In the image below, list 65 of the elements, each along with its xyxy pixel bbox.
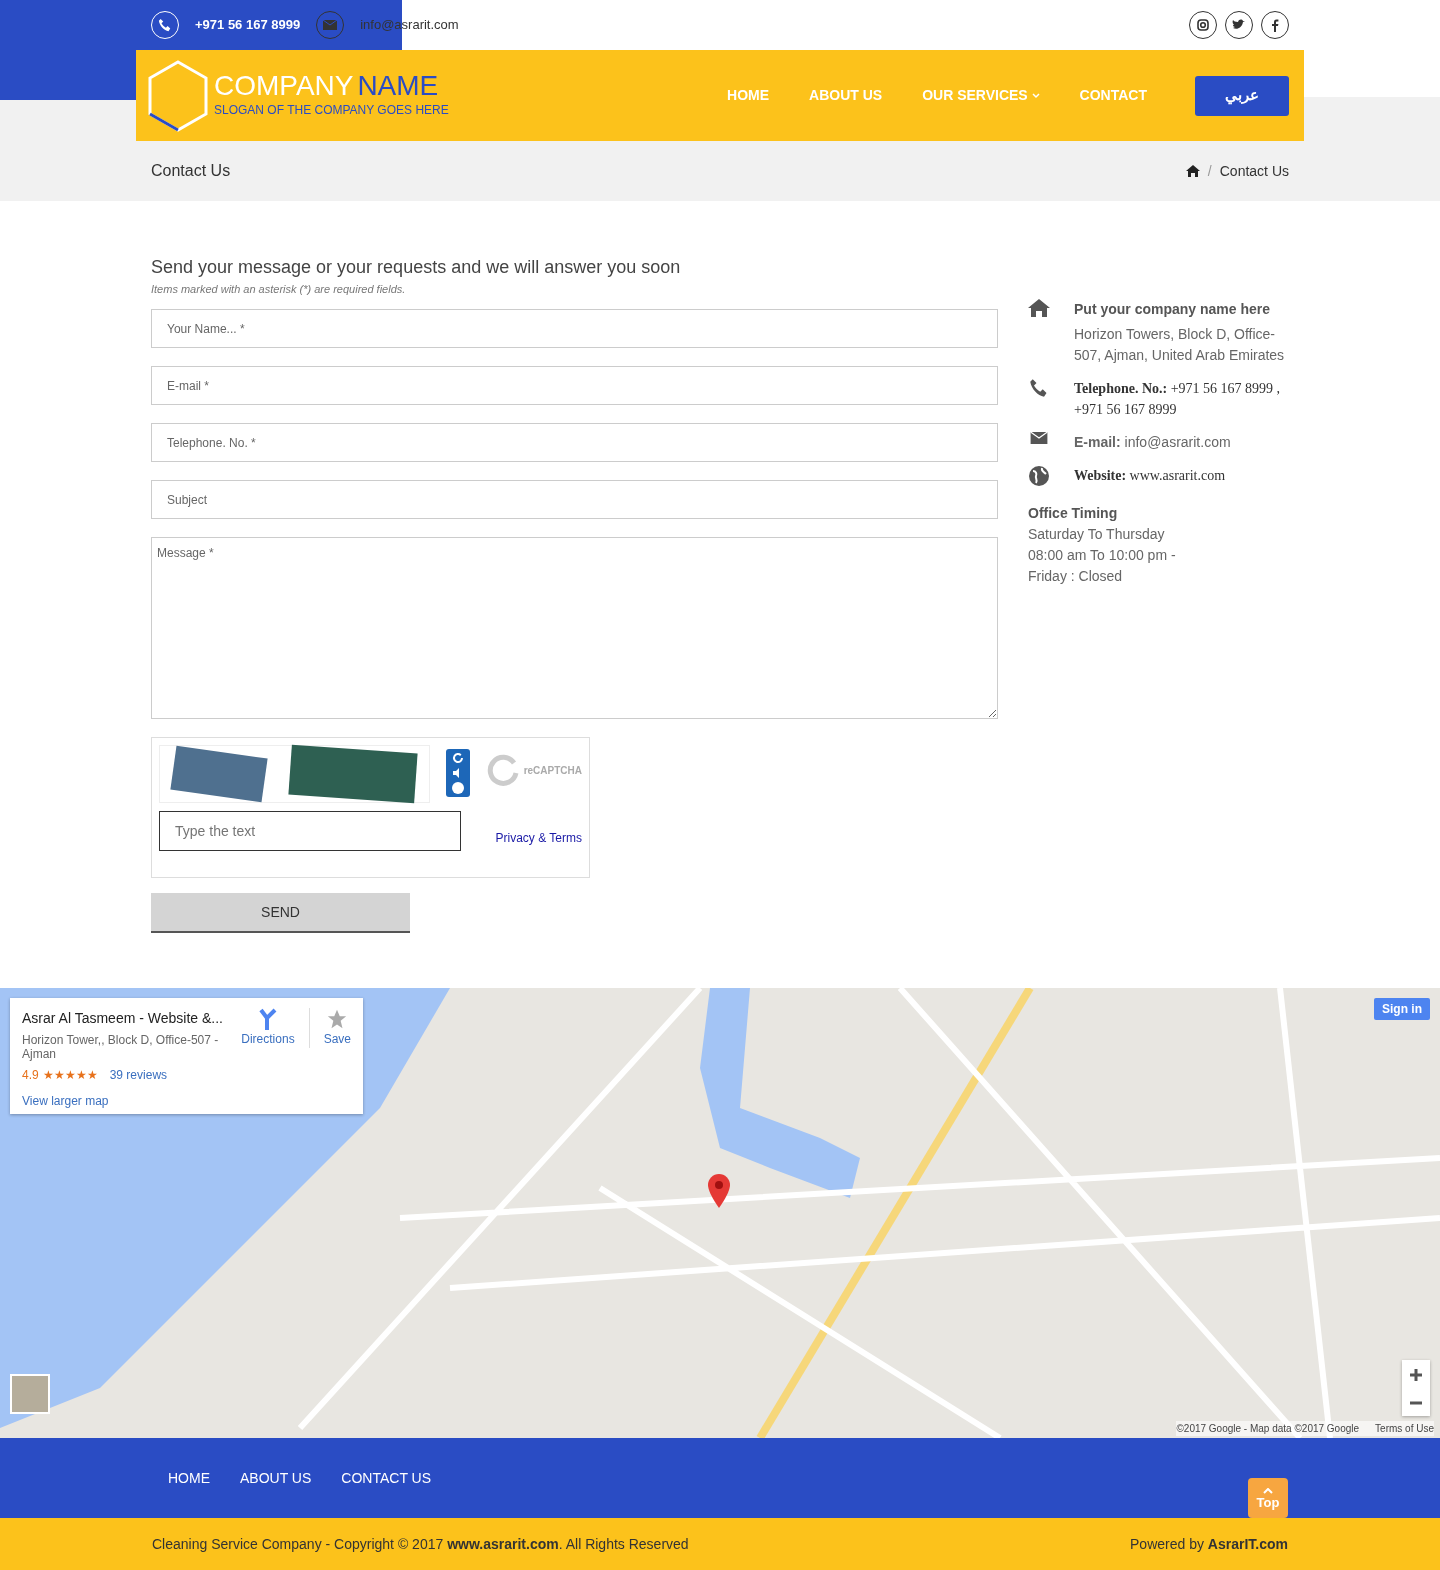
terms-link[interactable]: Terms of Use [1375,1421,1434,1437]
input-field[interactable]: Your Name... * [151,309,998,349]
page-title: Contact Us [151,161,231,181]
footer-nav-link[interactable]: CONTACT US [341,1467,432,1489]
save-link[interactable]: Save [323,1008,351,1105]
star-icon: ★ [64,1065,76,1084]
star-icon: ★ [75,1065,87,1084]
contact-detail: E-mail: info@asrarit.com [1074,433,1231,452]
breadcrumb-separator: / [1207,161,1212,181]
street-view-thumbnail[interactable] [10,1374,50,1415]
company-address: Horizon Towers, Block D, Office-507, Ajman, United Arab Emirates [1074,325,1286,365]
input-field[interactable]: E-mail * [151,366,998,406]
zoom-in-button[interactable] [1402,1360,1430,1389]
place-address: Horizon Tower,, Block D, Office-507 - Ajman [22,1033,220,1062]
globe-icon [1028,465,1050,487]
footer-nav-link[interactable]: HOME [168,1467,210,1489]
office-timing-line: Saturday To Thursday [1028,525,1166,544]
sign-in-button[interactable]: Sign in [1374,998,1430,1021]
plus-icon [1410,1368,1422,1381]
captcha-input[interactable]: Type the text [159,811,461,852]
star-icon: ★ [42,1065,54,1084]
company-slogan: SLOGAN OF THE COMPANY GOES HERE [214,102,449,119]
company-name: Put your company name here [1074,300,1272,319]
captcha-controls[interactable] [446,749,470,798]
breadcrumb-item: Contact Us [1219,161,1289,181]
company-name: COMPANY [214,70,354,101]
input-field[interactable]: Subject [151,480,998,520]
send-button[interactable]: SEND [151,893,410,934]
directions-icon [257,1008,278,1031]
phone-number: +971 56 167 8999 [195,16,301,35]
directions-link[interactable]: Directions [241,1008,295,1105]
refresh-icon[interactable] [451,752,464,765]
contact-detail: Website: www.asrarit.com [1074,467,1226,485]
footer-nav-link[interactable]: ABOUT US [240,1467,312,1489]
copyright-text: Cleaning Service Company - Copyright © 2017 www.asrarit.com. All Rights Reserved [152,1534,689,1554]
input-field[interactable]: Telephone. No. * [151,423,998,463]
location-pin-icon[interactable] [708,1174,730,1209]
company-name: NAME [357,70,439,101]
envelope-icon [1028,432,1050,444]
recaptcha-logo: reCAPTCHA [523,763,582,778]
rating-value: 4.9 [22,1066,39,1084]
home-icon[interactable] [1185,165,1200,177]
view-larger-map-link[interactable]: View larger map [22,1091,109,1110]
message-field[interactable]: Message * [151,537,998,720]
chevron-up-icon [1263,1487,1273,1494]
map-placeholder[interactable]: Asrar Al Tasmeem - Website &... Horizon Tower,, Block D, Office-507 - Ajman 4.9 ★★★★★ 39 reviews View larger map Directions Save Sign in ©2017 Google - Map data ©2017 Google Terms of Use [0,988,1440,1439]
office-timing-title: Office Timing [1028,504,1119,523]
required-note: Items marked with an asterisk (*) are required fields. [151,281,407,297]
recaptcha-logo-icon [485,753,520,788]
chevron-down-icon [1031,93,1040,100]
home-icon [1028,299,1050,317]
hexagon-logo-icon [146,58,210,133]
reviews-link[interactable]: 39 reviews [109,1065,168,1084]
office-timing-line: 08:00 am To 10:00 pm - [1028,546,1177,565]
form-heading: Send your message or your requests and we will answer you soon [151,257,682,279]
office-timing-line: Friday : Closed [1028,567,1124,586]
star-icon: ★ [53,1065,65,1084]
map-copyright: ©2017 Google - Map data ©2017 Google [1176,1422,1360,1437]
star-icon: ★ [86,1065,98,1084]
place-name: Asrar Al Tasmeem - Website &... [22,1009,224,1029]
privacy-terms-link[interactable]: Privacy & Terms [495,829,582,848]
powered-by-text: Powered by AsrarIT.com [1130,1534,1288,1554]
contact-detail: Telephone. No.: +971 56 167 8999 , +971 56 167 8999 [1074,380,1282,419]
language-button[interactable]: عربي [1195,75,1289,116]
zoom-out-button[interactable] [1402,1388,1430,1417]
